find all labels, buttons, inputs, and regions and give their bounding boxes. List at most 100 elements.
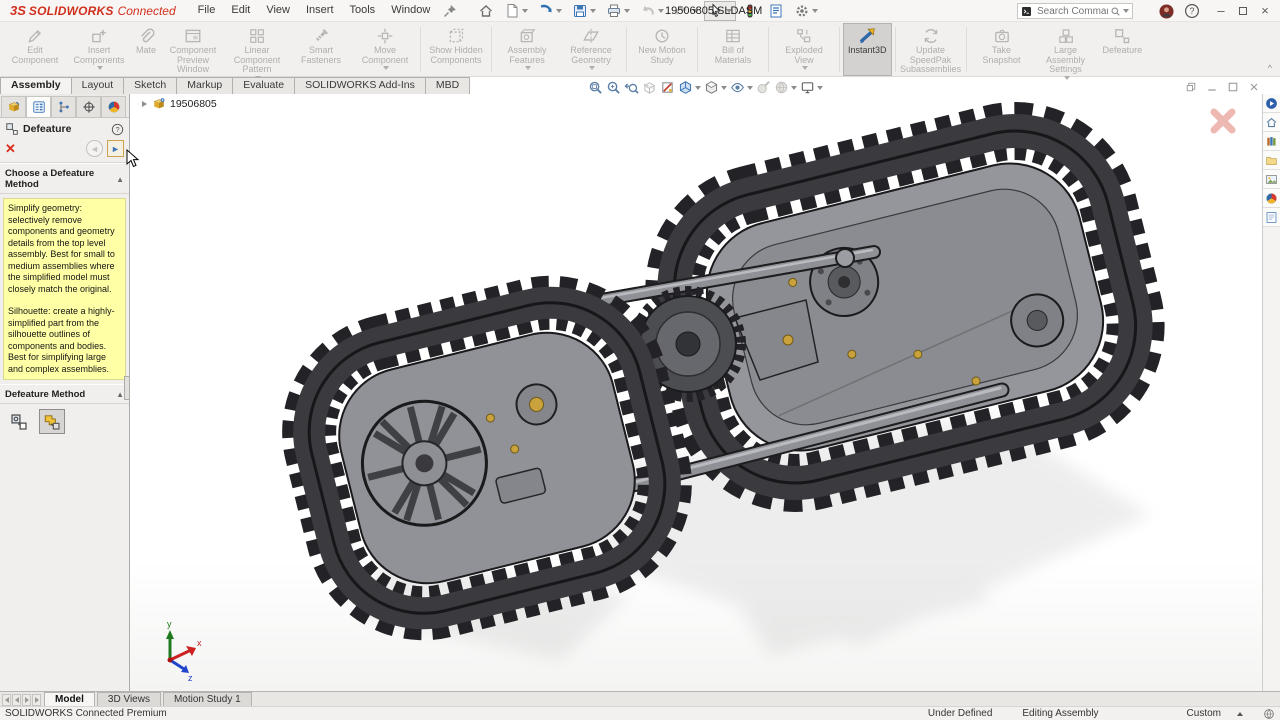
reference-geometry-dropdown-caret[interactable] xyxy=(589,66,595,70)
doc-restore-button[interactable] xyxy=(1185,81,1197,93)
ribbon-button-reference-geometry[interactable]: Reference Geometry xyxy=(559,23,623,76)
doc-maximize-button[interactable] xyxy=(1227,81,1239,93)
apply-scene-dropdown-caret[interactable] xyxy=(791,86,797,90)
save-dropdown-caret[interactable] xyxy=(590,9,596,13)
ribbon-button-assembly-features[interactable]: Assembly Features xyxy=(495,23,559,76)
collapse-chevron-icon[interactable]: ▲ xyxy=(116,390,124,399)
undo-dropdown-caret[interactable] xyxy=(658,9,664,13)
expand-tree-icon[interactable] xyxy=(142,101,147,107)
last-tab-button[interactable] xyxy=(32,694,41,706)
large-assembly-settings-dropdown-caret[interactable] xyxy=(1064,76,1070,80)
hide-show-items-dropdown-caret[interactable] xyxy=(747,86,753,90)
view-settings-dropdown-caret[interactable] xyxy=(817,86,823,90)
open-button[interactable] xyxy=(534,1,566,21)
hide-show-items-button[interactable] xyxy=(730,80,753,95)
close-button[interactable]: × xyxy=(1254,0,1276,22)
save-button[interactable] xyxy=(568,1,600,21)
collapse-chevron-icon[interactable]: ▲ xyxy=(116,175,124,184)
search-icon[interactable] xyxy=(1110,6,1121,17)
tab-markup[interactable]: Markup xyxy=(176,77,233,94)
new-document-button[interactable] xyxy=(500,1,532,21)
taskpane-solidworks-resources-button[interactable] xyxy=(1263,113,1280,132)
graphics-area[interactable]: 19506805 xyxy=(130,94,1262,691)
units-caret-icon[interactable] xyxy=(1237,712,1243,716)
taskpane-custom-properties-button[interactable] xyxy=(1263,208,1280,227)
ribbon-button-insert-components[interactable]: Insert Components xyxy=(67,23,131,76)
tab-assembly[interactable]: Assembly xyxy=(0,77,72,94)
menu-tools[interactable]: Tools xyxy=(342,0,384,21)
method-simplify-geometry-button[interactable] xyxy=(6,409,32,434)
unit-system[interactable]: Custom xyxy=(1187,708,1221,719)
manager-tab-configurationmanager[interactable] xyxy=(51,96,76,117)
insert-components-dropdown-caret[interactable] xyxy=(97,66,103,70)
tab-sketch[interactable]: Sketch xyxy=(123,77,177,94)
ribbon-button-bill-of-materials[interactable]: Bill of Materials xyxy=(701,23,765,76)
tab-mbd[interactable]: MBD xyxy=(425,77,470,94)
options-dropdown-caret[interactable] xyxy=(812,9,818,13)
user-avatar[interactable] xyxy=(1159,4,1174,19)
ribbon-button-update-speedpak-subassemblies[interactable]: Update SpeedPak Subassemblies xyxy=(899,23,963,76)
maximize-button[interactable] xyxy=(1232,0,1254,22)
cancel-button[interactable]: ✕ xyxy=(5,142,16,155)
previous-view-button[interactable] xyxy=(624,80,639,95)
menu-edit[interactable]: Edit xyxy=(223,0,258,21)
panel-help-icon[interactable]: ? xyxy=(111,123,124,136)
manager-tab-displaymanager[interactable] xyxy=(101,96,126,117)
taskpane-view-palette-button[interactable] xyxy=(1263,170,1280,189)
menu-window[interactable]: Window xyxy=(383,0,438,21)
tab-layout[interactable]: Layout xyxy=(71,77,125,94)
doc-close-button[interactable] xyxy=(1248,81,1260,93)
help-icon[interactable]: ? xyxy=(1184,3,1200,19)
pin-icon[interactable] xyxy=(442,3,458,19)
tags-globe-icon[interactable] xyxy=(1263,708,1275,720)
3d-model-tracked-vehicle[interactable]: y x z xyxy=(130,94,1262,691)
manager-tab-dimxpertmanager[interactable] xyxy=(76,96,101,117)
options-button[interactable] xyxy=(790,1,822,21)
undo-button[interactable] xyxy=(636,1,668,21)
doc-minimize-button[interactable] xyxy=(1206,81,1218,93)
zoom-to-fit-button[interactable] xyxy=(588,80,603,95)
next-tab-button[interactable] xyxy=(22,694,31,706)
ribbon-button-mate[interactable]: Mate xyxy=(131,23,161,76)
minimize-button[interactable]: – xyxy=(1210,0,1232,22)
next-page-button[interactable]: ► xyxy=(107,140,124,157)
taskpane-file-explorer-button[interactable] xyxy=(1263,151,1280,170)
manager-tab-featuremanager-tree[interactable] xyxy=(1,96,26,117)
doc-tab-3d-views[interactable]: 3D Views xyxy=(97,692,161,706)
ribbon-collapse-chevron[interactable]: ^ xyxy=(1268,63,1272,73)
confirmation-corner-cancel-icon[interactable] xyxy=(1208,106,1238,136)
print-button[interactable] xyxy=(602,1,634,21)
ribbon-button-show-hidden-components[interactable]: Show Hidden Components xyxy=(424,23,488,76)
ribbon-button-component-preview-window[interactable]: Component Preview Window xyxy=(161,23,225,76)
view-orientation-dropdown-caret[interactable] xyxy=(695,86,701,90)
edit-appearance-button[interactable] xyxy=(756,80,771,95)
taskpane-design-library-button[interactable] xyxy=(1263,132,1280,151)
view-orientation-button[interactable] xyxy=(678,80,701,95)
move-component-dropdown-caret[interactable] xyxy=(383,66,389,70)
apply-scene-button[interactable] xyxy=(774,80,797,95)
print-dropdown-caret[interactable] xyxy=(624,9,630,13)
exploded-view-dropdown-caret[interactable] xyxy=(802,66,808,70)
home-button[interactable] xyxy=(474,1,498,21)
taskpane-appearances-scenes-button[interactable] xyxy=(1263,189,1280,208)
new-document-dropdown-caret[interactable] xyxy=(522,9,528,13)
tab-evaluate[interactable]: Evaluate xyxy=(232,77,295,94)
ribbon-button-smart-fasteners[interactable]: Smart Fasteners xyxy=(289,23,353,76)
section-view-button[interactable] xyxy=(642,80,657,95)
ribbon-button-defeature[interactable]: Defeature xyxy=(1098,23,1148,76)
display-style-button[interactable] xyxy=(704,80,727,95)
assembly-breadcrumb[interactable]: 19506805 xyxy=(142,97,217,111)
view-settings-button[interactable] xyxy=(800,80,823,95)
ribbon-button-move-component[interactable]: Move Component xyxy=(353,23,417,76)
prev-tab-button[interactable] xyxy=(12,694,21,706)
ribbon-button-linear-component-pattern[interactable]: Linear Component Pattern xyxy=(225,23,289,76)
search-commands-box[interactable] xyxy=(1017,3,1133,19)
file-properties-button[interactable] xyxy=(764,1,788,21)
ribbon-button-instant3d[interactable]: Instant3D xyxy=(843,23,892,76)
ribbon-button-large-assembly-settings[interactable]: Large Assembly Settings xyxy=(1034,23,1098,76)
display-style-dropdown-caret[interactable] xyxy=(721,86,727,90)
manager-tab-propertymanager[interactable] xyxy=(26,96,51,117)
ribbon-button-edit-component[interactable]: Edit Component xyxy=(3,23,67,76)
taskpane-3dexperience-button[interactable] xyxy=(1263,94,1280,113)
search-input[interactable] xyxy=(1035,5,1110,18)
